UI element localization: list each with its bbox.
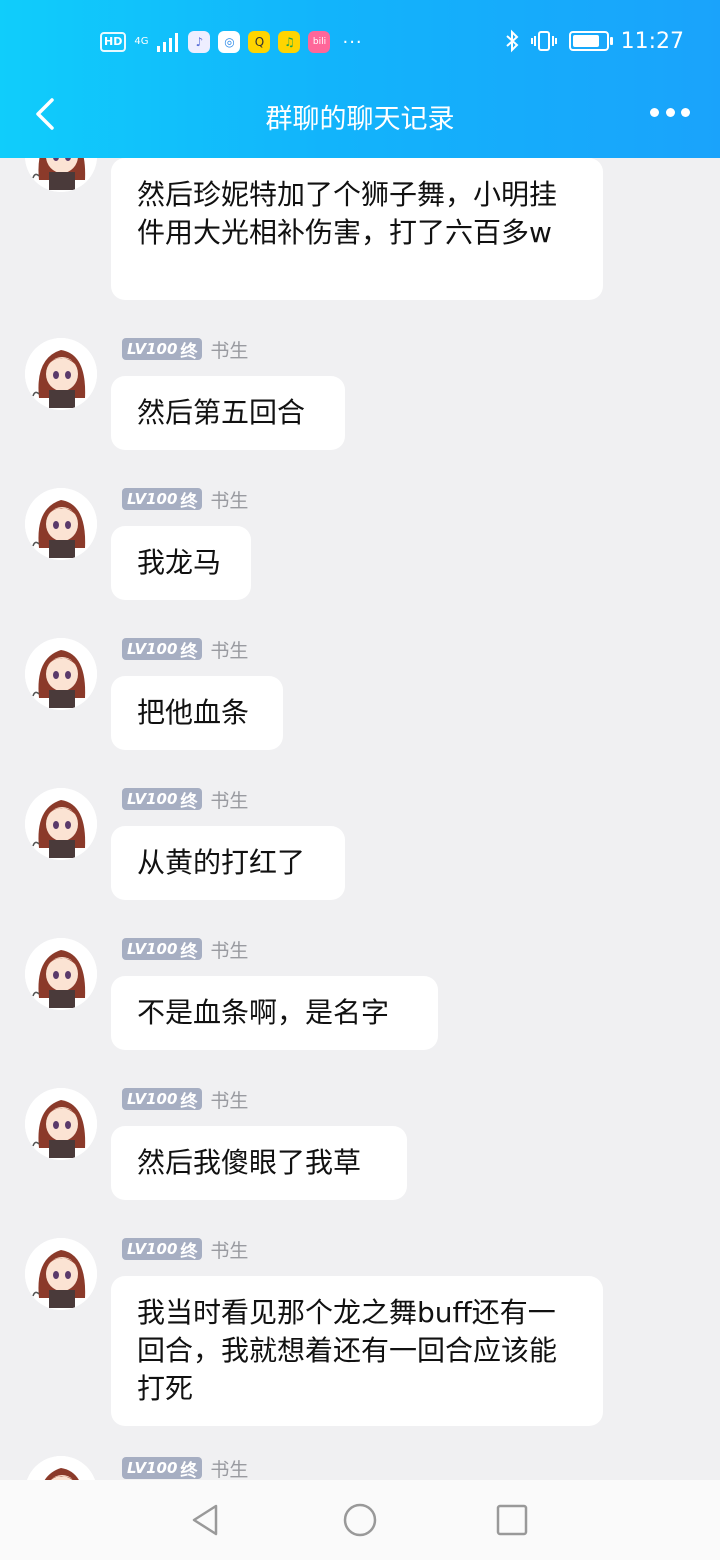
message-bubble[interactable]: 从黄的打红了 — [111, 826, 345, 900]
level-text: LV100 — [127, 790, 178, 808]
triangle-back-icon[interactable] — [188, 1502, 224, 1538]
nav-bar: 群聊的聊天记录 — [0, 80, 720, 150]
sender-meta: LV100 终书生 — [122, 1236, 248, 1263]
more-notifications: ··· — [342, 31, 363, 53]
bluetooth-icon — [505, 29, 519, 53]
hd-indicator: HD — [100, 32, 127, 52]
avatar[interactable] — [25, 1088, 97, 1160]
avatar[interactable] — [25, 338, 97, 410]
level-text: LV100 — [127, 1090, 178, 1108]
level-suffix: 终 — [180, 491, 198, 512]
qq-browser-icon: Q — [248, 31, 271, 53]
level-suffix: 终 — [180, 941, 198, 962]
message-bubble[interactable]: 我当时看见那个龙之舞buff还有一回合，我就想着还有一回合应该能打死 — [111, 1276, 603, 1426]
level-text: LV100 — [127, 940, 178, 958]
level-suffix: 终 — [180, 1091, 198, 1112]
page-title: 群聊的聊天记录 — [265, 104, 455, 135]
square-recents-icon[interactable] — [494, 1502, 530, 1538]
battery-icon — [568, 31, 613, 51]
level-badge: LV100 终 — [122, 338, 203, 362]
sender-name[interactable]: 书生 — [210, 636, 248, 663]
avatar[interactable] — [25, 638, 97, 710]
sender-meta: LV100 终书生 — [122, 1456, 248, 1480]
sender-meta: LV100 终书生 — [122, 1086, 248, 1113]
level-suffix: 终 — [180, 1241, 198, 1262]
vibrate-icon — [530, 31, 557, 51]
level-text: LV100 — [127, 1240, 178, 1258]
message-bubble[interactable]: 把他血条 — [111, 676, 283, 750]
avatar[interactable] — [25, 158, 97, 192]
level-suffix: 终 — [180, 641, 198, 662]
qq-music-icon: ♫ — [278, 31, 301, 53]
system-navigation-bar — [0, 1480, 720, 1560]
sender-name[interactable]: 书生 — [210, 786, 248, 813]
level-badge: LV100 终 — [122, 1238, 203, 1262]
music-icon: ♪ — [188, 31, 211, 53]
level-suffix: 终 — [180, 791, 198, 812]
level-badge: LV100 终 — [122, 1457, 203, 1481]
level-badge: LV100 终 — [122, 638, 203, 662]
signal-icon — [157, 33, 179, 52]
sender-name[interactable]: 书生 — [210, 336, 248, 363]
level-badge: LV100 终 — [122, 788, 203, 812]
level-suffix: 终 — [180, 1460, 198, 1481]
message-bubble[interactable]: 然后我傻眼了我草 — [111, 1126, 407, 1200]
app-header: HD 4G ♪ ◎ Q ♫ bili ··· 11:27 群聊的聊天记录 — [0, 0, 720, 158]
sender-name[interactable]: 书生 — [210, 1086, 248, 1113]
circle-home-icon[interactable] — [342, 1502, 378, 1538]
message-bubble[interactable]: 不是血条啊，是名字 — [111, 976, 438, 1050]
chat-history[interactable]: 然后珍妮特加了个狮子舞，小明挂件用大光相补伤害，打了六百多w LV100 终书生 然后… — [0, 158, 720, 1480]
more-dots-icon[interactable] — [650, 100, 690, 124]
sender-name[interactable]: 书生 — [210, 936, 248, 963]
sender-name[interactable]: 书生 — [210, 1455, 248, 1481]
level-badge: LV100 终 — [122, 488, 203, 512]
sender-name[interactable]: 书生 — [210, 486, 248, 513]
sender-meta: LV100 终书生 — [122, 336, 248, 363]
level-text: LV100 — [127, 340, 178, 358]
clock: 11:27 — [620, 28, 684, 54]
sender-meta: LV100 终书生 — [122, 486, 248, 513]
avatar[interactable] — [25, 1456, 97, 1480]
bilibili-icon: bili — [308, 31, 331, 53]
sender-meta: LV100 终书生 — [122, 936, 248, 963]
avatar[interactable] — [25, 788, 97, 860]
level-badge: LV100 终 — [122, 938, 203, 962]
avatar[interactable] — [25, 1238, 97, 1310]
level-badge: LV100 终 — [122, 1088, 203, 1112]
avatar[interactable] — [25, 488, 97, 560]
browser-icon: ◎ — [218, 31, 241, 53]
message-bubble[interactable]: 然后珍妮特加了个狮子舞，小明挂件用大光相补伤害，打了六百多w — [111, 158, 603, 300]
message-bubble[interactable]: 我龙马 — [111, 526, 251, 600]
sender-meta: LV100 终书生 — [122, 786, 248, 813]
sender-name[interactable]: 书生 — [210, 1236, 248, 1263]
level-text: LV100 — [127, 640, 178, 658]
network-type: 4G — [134, 36, 149, 47]
message-bubble[interactable]: 然后第五回合 — [111, 376, 345, 450]
avatar[interactable] — [25, 938, 97, 1010]
status-bar: HD 4G ♪ ◎ Q ♫ bili ··· 11:27 — [0, 0, 720, 80]
level-text: LV100 — [127, 1459, 178, 1477]
level-suffix: 终 — [180, 341, 198, 362]
sender-meta: LV100 终书生 — [122, 636, 248, 663]
level-text: LV100 — [127, 490, 178, 508]
